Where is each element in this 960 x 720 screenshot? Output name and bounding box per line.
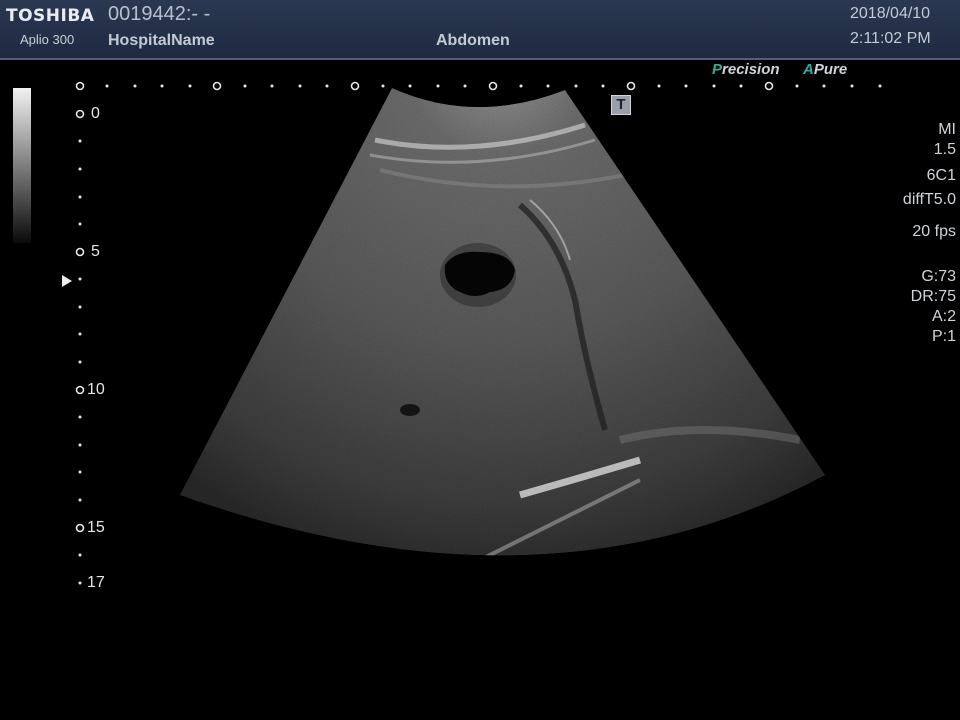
mi-value: 1.5 <box>933 141 956 158</box>
device-model: Aplio 300 <box>20 32 75 47</box>
exam-date: 2018/04/10 <box>850 5 931 22</box>
patient-id: 0019442:- - <box>108 3 211 25</box>
brand-logo: TOSHIBA <box>6 6 95 26</box>
depth-scale-marks <box>75 109 85 533</box>
depth-label-10: 10 <box>87 381 105 398</box>
focus-marker-icon[interactable] <box>62 275 72 287</box>
depth-label-15: 15 <box>87 519 105 536</box>
gain-value: G:73 <box>921 268 956 285</box>
hospital-name: HospitalName <box>108 32 215 49</box>
depth-label-0: 0 <box>91 105 100 122</box>
probe-name: 6C1 <box>926 167 956 184</box>
frame-rate: 20 fps <box>912 223 956 240</box>
grayscale-bar <box>13 88 31 243</box>
mi-label: MI <box>938 121 956 138</box>
depth-label-5: 5 <box>91 243 100 260</box>
preset-name: diffT5.0 <box>902 191 956 208</box>
depth-label-17: 17 <box>87 574 105 591</box>
dynamic-range-value: DR:75 <box>910 288 956 305</box>
ultrasound-image <box>75 81 882 585</box>
exam-time: 2:11:02 PM <box>850 30 931 47</box>
scan-sector <box>180 88 825 556</box>
transducer-orientation-marker: T <box>611 95 631 115</box>
a-value: A:2 <box>931 308 956 325</box>
lateral-scale <box>75 81 774 91</box>
p-value: P:1 <box>931 328 956 345</box>
exam-type: Abdomen <box>436 32 510 49</box>
